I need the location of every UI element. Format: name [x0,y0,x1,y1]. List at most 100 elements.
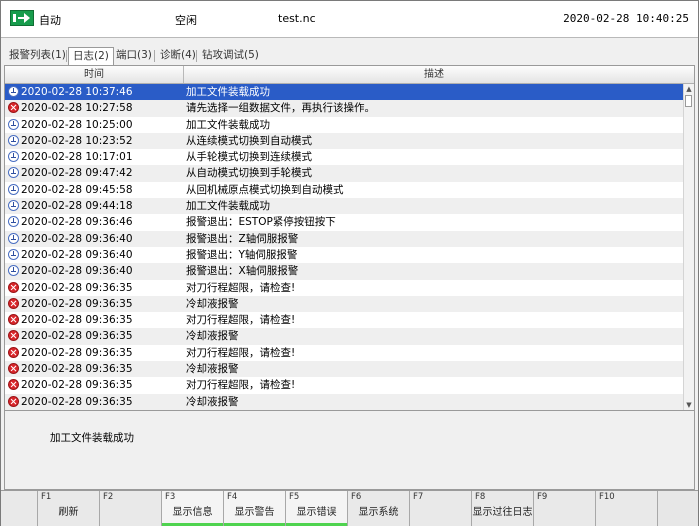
row-time: 2020-02-28 10:17:01 [21,151,133,164]
table-row[interactable]: 2020-02-28 09:36:35 冷却液报警 [5,393,684,410]
table-row[interactable]: 2020-02-28 09:36:35 冷却液报警 [5,328,684,345]
table-row[interactable]: 2020-02-28 09:36:35 对刀行程超限，请检查! [5,312,684,329]
function-key-number: F6 [351,492,362,502]
tab-separator [66,50,67,62]
function-key-number: F3 [165,492,176,502]
row-description: 从回机械原点模式切换到自动模式 [186,183,344,196]
row-time: 2020-02-28 09:36:46 [21,216,133,229]
function-key-bar: F1 刷新 F2 F3 显示信息 F4 显示警告 F5 显示错误 F6 显示系统 F7 F8 显示过往日志… [1,490,698,526]
tab-drill-tap-debug[interactable]: 钻攻调试(5) [198,47,263,65]
column-header-description[interactable]: 描述 [184,66,684,83]
function-key-f7[interactable]: F7 [410,491,472,526]
row-description: 加工文件装载成功 [186,86,270,98]
function-key-number: F5 [289,492,300,502]
row-time: 2020-02-28 09:44:18 [21,200,133,213]
table-row[interactable]: 2020-02-28 09:45:58 从回机械原点模式切换到自动模式 [5,181,684,199]
table-row[interactable]: 2020-02-28 09:36:40 报警退出：X轴伺服报警 [5,263,684,280]
table-row[interactable]: 2020-02-28 09:47:42 从自动模式切换到手轮模式 [5,165,684,182]
function-key-number: F1 [41,492,52,502]
tab-separator [154,50,155,62]
row-description: 报警退出：Y轴伺服报警 [186,248,298,261]
error-icon [8,297,19,309]
main-window: 自动 空闲 test.nc 2020-02-28 10:40:25 报警列表(1… [0,0,699,526]
row-time: 2020-02-28 10:23:52 [21,134,133,147]
function-key-f2[interactable]: F2 [100,491,162,526]
function-key-number: F7 [413,492,424,502]
table-row[interactable]: 2020-02-28 09:44:18 加工文件装载成功 [5,198,684,215]
function-key-number: F4 [227,492,238,502]
column-header-time[interactable]: 时间 [5,66,183,83]
info-icon [8,200,19,212]
table-row[interactable]: 2020-02-28 09:36:35 对刀行程超限，请检查! [5,279,684,296]
row-description: 冷却液报警 [186,395,239,408]
row-description: 对刀行程超限，请检查! [186,379,296,392]
tab-separator [196,50,197,62]
function-key-f5[interactable]: F5 显示错误 [286,491,348,526]
row-time: 2020-02-28 09:36:35 [21,330,133,343]
function-key-label: 显示错误 [296,507,337,518]
function-key-f4[interactable]: F4 显示警告 [224,491,286,526]
function-key-f10[interactable]: F10 [596,491,658,526]
row-description: 冷却液报警 [186,297,239,310]
row-time: 2020-02-28 09:36:40 [21,265,133,278]
table-row[interactable]: 2020-02-28 09:36:35 冷却液报警 [5,361,684,378]
function-key-f8[interactable]: F8 显示过往日志 [472,491,534,526]
table-row[interactable]: 2020-02-28 10:17:01 从手轮模式切换到连续模式 [5,149,684,166]
tab-log[interactable]: 日志(2) [68,47,114,66]
tab-port[interactable]: 端口(3) [112,47,156,65]
row-time: 2020-02-28 09:36:35 [21,281,133,294]
message-panel: 加工文件装载成功 [4,411,695,490]
table-row[interactable]: 2020-02-28 09:36:46 报警退出：ESTOP紧停按钮按下 [5,214,684,231]
tab-diagnosis[interactable]: 诊断(4) [156,47,200,65]
function-key-f9[interactable]: F9 [534,491,596,526]
row-description: 对刀行程超限，请检查! [186,314,296,327]
row-time: 2020-02-28 09:36:35 [21,363,133,376]
row-time: 2020-02-28 10:25:00 [21,118,133,131]
table-row[interactable]: 2020-02-28 10:23:52 从连续模式切换到自动模式 [5,132,684,150]
table-row[interactable]: 2020-02-28 09:36:35 冷却液报警 [5,295,684,313]
state-label: 空闲 [175,14,197,27]
function-key-number: F9 [537,492,548,502]
row-description: 对刀行程超限，请检查! [186,346,296,359]
scroll-thumb[interactable] [685,95,692,107]
info-icon [8,118,19,130]
row-time: 2020-02-28 09:36:35 [21,346,133,359]
function-key-label: 刷新 [58,507,79,518]
function-key-f1[interactable]: F1 刷新 [38,491,100,526]
table-header: 时间 描述 [5,66,694,84]
error-icon [8,363,19,375]
info-icon [8,265,19,277]
scroll-down-icon[interactable]: ▼ [684,400,694,410]
function-key-number: F2 [103,492,114,502]
row-description: 报警退出：X轴伺服报警 [186,265,299,278]
row-description: 对刀行程超限，请检查! [186,281,296,294]
scroll-up-icon[interactable]: ▲ [684,84,694,94]
function-key-label: 显示信息 [172,507,213,518]
arrow-right-icon [10,10,34,26]
table-row[interactable]: 2020-02-28 09:36:40 报警退出：Y轴伺服报警 [5,246,684,264]
row-time: 2020-02-28 09:36:35 [21,395,133,408]
table-row[interactable]: 2020-02-28 09:36:35 对刀行程超限，请检查! [5,344,684,362]
function-key-label: 显示警告 [234,507,275,518]
function-key-f6[interactable]: F6 显示系统 [348,491,410,526]
row-description: 冷却液报警 [186,330,239,343]
vertical-scrollbar[interactable]: ▲ ▼ [683,84,694,410]
info-icon [8,86,19,97]
datetime-display: 2020-02-28 10:40:25 [563,12,689,25]
row-time: 2020-02-28 09:36:40 [21,232,133,245]
table-row[interactable]: 2020-02-28 10:25:00 加工文件装载成功 [5,116,684,133]
tab-alarm-list[interactable]: 报警列表(1) [5,47,70,65]
error-icon [8,330,19,342]
row-description: 报警退出：ESTOP紧停按钮按下 [186,216,336,229]
table-row[interactable]: 2020-02-28 10:27:58 请先选择一组数据文件，再执行该操作。 [5,100,684,117]
table-row[interactable]: 2020-02-28 09:36:40 报警退出：Z轴伺服报警 [5,230,684,247]
info-icon [8,248,19,260]
row-time: 2020-02-28 09:45:58 [21,183,133,196]
function-key-f3[interactable]: F3 显示信息 [162,491,224,526]
error-icon [8,314,19,326]
table-row[interactable]: 2020-02-28 10:37:46 加工文件装载成功 [5,84,684,101]
program-name: test.nc [278,12,316,25]
table-row[interactable]: 2020-02-28 09:36:35 对刀行程超限，请检查! [5,377,684,394]
row-description: 从连续模式切换到自动模式 [186,134,312,147]
log-table: 时间 描述 2020-02-28 10:37:46 加工文件装载成功 2020-02… [4,65,695,411]
